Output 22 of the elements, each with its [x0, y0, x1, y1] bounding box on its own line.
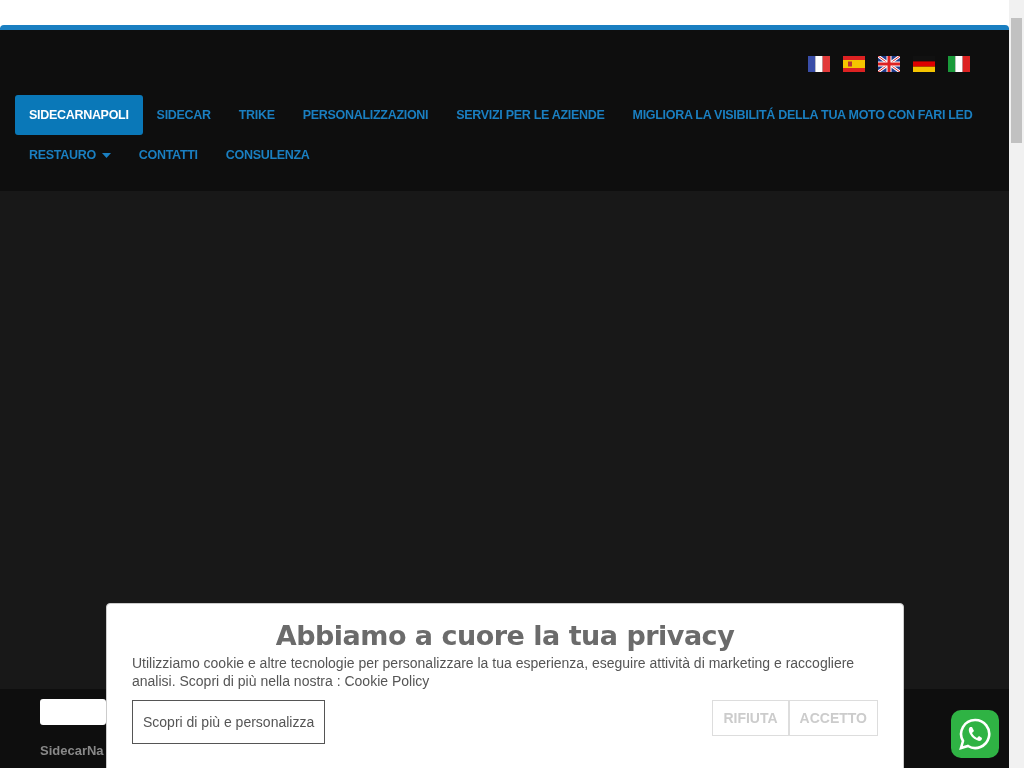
spain-flag-icon[interactable] [843, 56, 865, 72]
nav-link[interactable]: SERVIZI PER LE AZIENDE [442, 95, 619, 135]
nav-link[interactable]: CONTATTI [124, 135, 212, 175]
cookie-text: Utilizziamo cookie e altre tecnologie per personalizzare la tua esperienza, eseguire attività di marketing e raccogliere analisi. Scopri di più nella nostra : Cookie Policy [132, 654, 856, 690]
caret-icon [101, 152, 111, 158]
italy-flag-icon[interactable] [948, 56, 970, 72]
nav-link[interactable]: SIDECARNAPOLI [15, 95, 143, 135]
nav-link[interactable]: SIDECAR [142, 95, 225, 135]
site-name: SidecarNa [40, 743, 104, 758]
chat-button[interactable] [951, 710, 999, 758]
nav-link[interactable]: PERSONALIZZAZIONI [288, 95, 443, 135]
cookie-policy-link[interactable]: Cookie Policy [344, 673, 430, 689]
dialog-title: Abbiamo a cuore la tua privacy [274, 619, 736, 653]
nav-link[interactable]: TRIKE [224, 95, 289, 135]
france-flag-icon[interactable] [808, 56, 830, 72]
scrollbar[interactable] [1009, 0, 1024, 768]
uk-flag-icon[interactable] [878, 56, 900, 72]
phone-bubble-icon [958, 717, 992, 751]
nav-link[interactable]: CONSULENZA [211, 135, 324, 175]
customize-button[interactable]: Scopri di più e personalizza [132, 700, 326, 744]
nav-link[interactable]: RESTAURO [15, 135, 125, 175]
nav-link[interactable]: MIGLIORA LA VISIBILITÁ DELLA TUA MOTO CON FARI LED [618, 95, 987, 135]
